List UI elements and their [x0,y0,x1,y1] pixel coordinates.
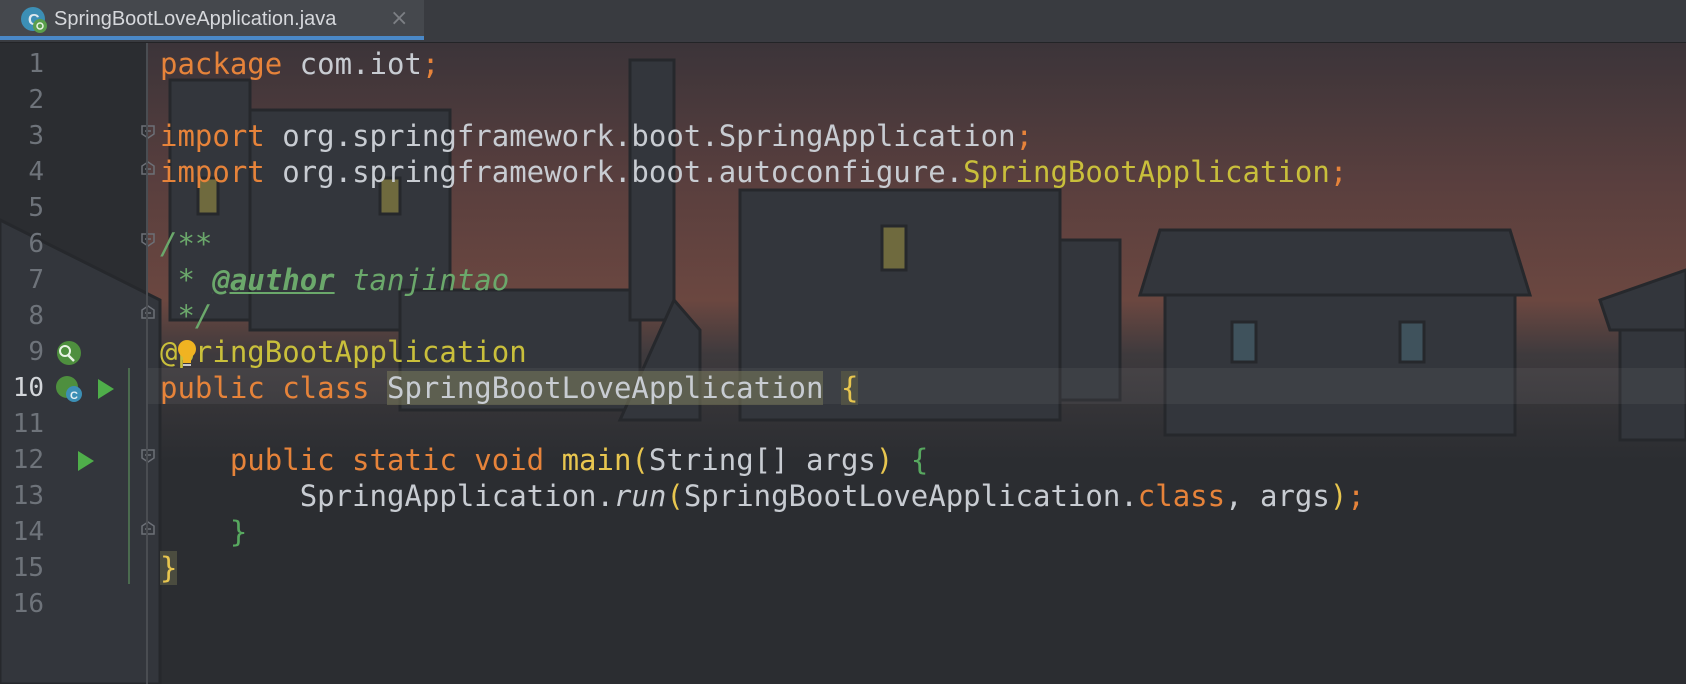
fold-end-icon[interactable] [140,520,156,536]
code-line: @pringBootApplication [160,335,527,369]
code-line: } [160,551,178,585]
code-line: /** [160,227,213,261]
run-main-icon[interactable] [74,448,96,474]
fold-start-icon[interactable] [140,124,156,140]
line-number: 2 [28,85,44,115]
line-number: 15 [12,553,44,583]
line-number: 12 [12,445,44,475]
line-number-current: 10 [12,373,44,403]
code-line: SpringApplication.run(SpringBootLoveAppl… [299,479,1365,513]
lightbulb-icon[interactable] [176,338,198,368]
line-number: 9 [28,337,44,367]
line-number: 16 [12,589,44,619]
line-number: 7 [28,265,44,295]
code-line: package com.iot; [160,47,440,81]
tab-label: SpringBootLoveApplication.java [54,8,337,30]
spring-class-file-icon: C [21,7,47,33]
code-line: * @author tanjintao [160,263,510,297]
close-icon[interactable]: × [390,6,408,31]
code-line: public static void main(String[] args) { [229,443,929,477]
line-number: 1 [28,49,44,79]
code-line: } [229,515,248,549]
fold-start-icon[interactable] [140,232,156,248]
code-line: import org.springframework.boot.autoconf… [160,155,1348,189]
line-number: 8 [28,301,44,331]
gutter-divider [146,42,148,684]
code-line: public class SpringBootLoveApplication { [160,371,859,405]
run-class-icon[interactable] [94,376,116,402]
editor-tab-bar: C SpringBootLoveApplication.java × [0,0,1686,43]
editor-gutter: 1 2 3 4 5 6 7 8 9 10 11 12 13 14 15 16 C [0,42,155,684]
fold-end-icon[interactable] [140,160,156,176]
line-number: 11 [12,409,44,439]
svg-text:C: C [70,390,78,402]
fold-end-icon[interactable] [140,304,156,320]
line-number: 5 [28,193,44,223]
code-line: */ [160,299,213,333]
line-number: 6 [28,229,44,259]
line-number: 14 [12,517,44,547]
code-line: import org.springframework.boot.SpringAp… [160,119,1033,153]
line-number: 3 [28,121,44,151]
spring-bean-navigate-icon[interactable] [54,338,84,368]
line-number: 13 [12,481,44,511]
spring-configuration-icon[interactable]: C [54,374,84,404]
change-marker-bar [128,368,130,584]
fold-start-icon[interactable] [140,448,156,464]
tab-springbootloveapplication[interactable]: C SpringBootLoveApplication.java × [0,0,424,40]
line-number: 4 [28,157,44,187]
